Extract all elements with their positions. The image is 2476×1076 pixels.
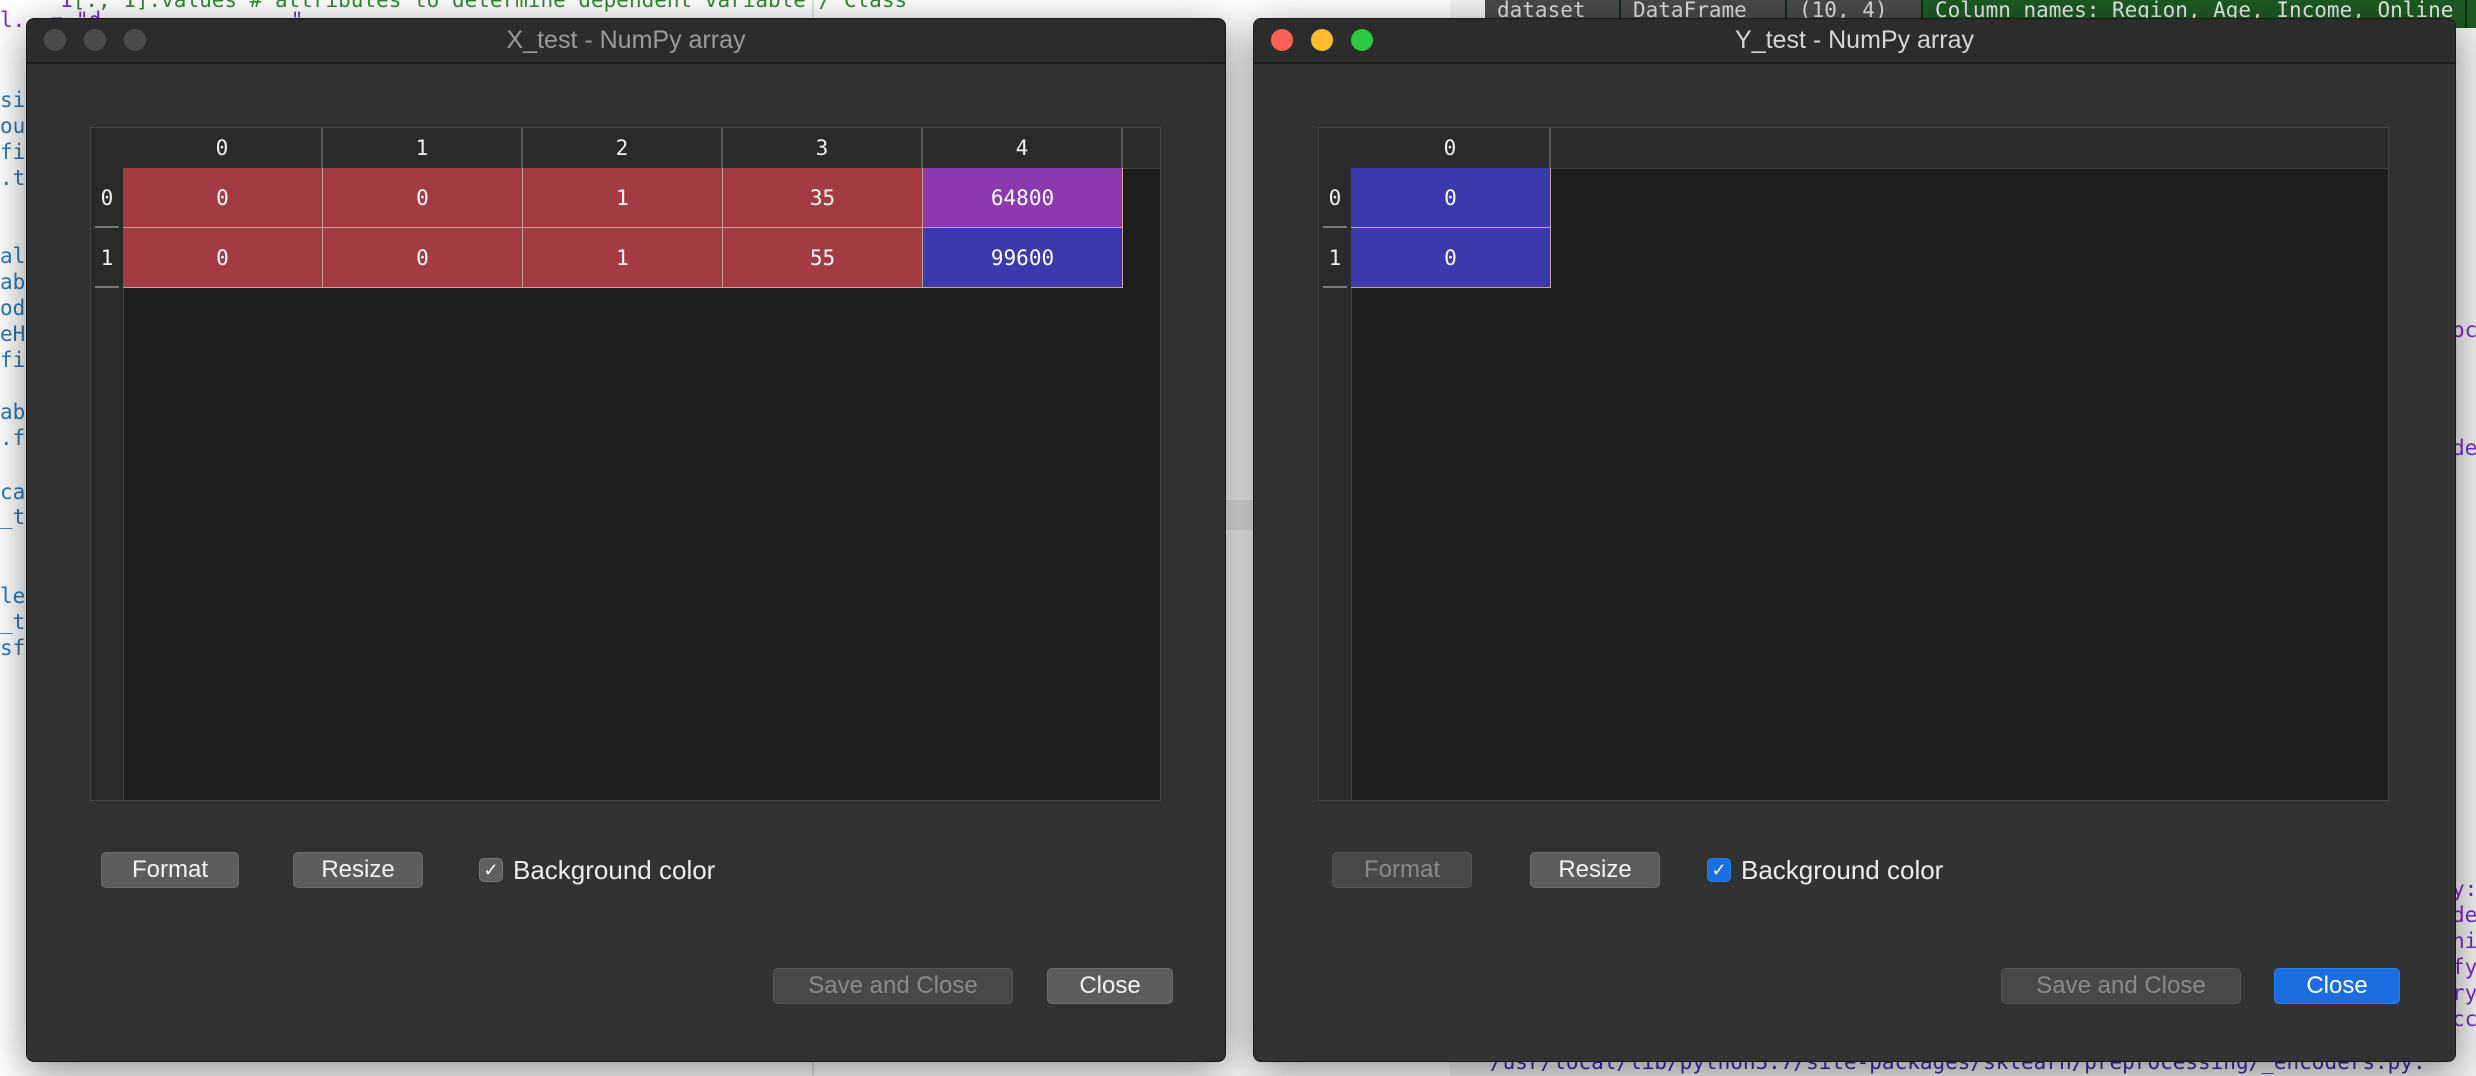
code-fragment: si xyxy=(0,88,26,112)
resize-button[interactable]: Resize xyxy=(293,852,423,888)
background-color-toggle[interactable]: ✓ Background color xyxy=(479,852,715,888)
window-titlebar[interactable]: X_test - NumPy array xyxy=(27,19,1225,64)
array-table[interactable]: 00010 xyxy=(1318,127,2389,801)
code-fragment: le xyxy=(0,584,26,608)
resize-button[interactable]: Resize xyxy=(1530,852,1660,888)
table-cell[interactable]: 0 xyxy=(323,228,523,288)
table-cell[interactable]: 0 xyxy=(323,168,523,228)
table-cell[interactable]: 0 xyxy=(1351,168,1551,228)
column-header[interactable]: 0 xyxy=(1351,128,1551,168)
background-color-toggle[interactable]: ✓ Background color xyxy=(1707,852,1943,888)
column-header[interactable]: 3 xyxy=(723,128,923,168)
table-corner xyxy=(1319,128,1352,169)
column-header[interactable]: 2 xyxy=(523,128,723,168)
format-button[interactable]: Format xyxy=(101,852,239,888)
background-color-label: Background color xyxy=(1741,854,1944,885)
array-table[interactable]: 0 1 2 3 4 0 0 0 1 35 64800 1 0 0 1 55 99600 xyxy=(90,127,1161,801)
table-cell[interactable]: 99600 xyxy=(923,228,1123,288)
code-fragment: .t xyxy=(0,166,26,190)
table-cell[interactable]: 0 xyxy=(123,228,323,288)
code-fragment: al xyxy=(0,244,26,268)
close-button[interactable]: Close xyxy=(2274,968,2400,1004)
table-cell[interactable]: 1 xyxy=(523,228,723,288)
column-header[interactable]: 0 xyxy=(123,128,323,168)
code-fragment: fi xyxy=(0,140,26,164)
table-cell[interactable]: 35 xyxy=(723,168,923,228)
window-title: X_test - NumPy array xyxy=(506,26,746,54)
format-button[interactable]: Format xyxy=(1332,852,1472,888)
table-corner xyxy=(91,128,124,169)
save-and-close-button[interactable]: Save and Close xyxy=(2001,968,2241,1004)
row-header[interactable]: 0 xyxy=(1319,168,1351,228)
code-fragment: ou xyxy=(0,114,26,138)
table-cell[interactable]: 0 xyxy=(123,168,323,228)
code-fragment: ca xyxy=(0,480,26,504)
column-header[interactable]: 1 xyxy=(323,128,523,168)
table-cell[interactable]: 55 xyxy=(723,228,923,288)
table-cell[interactable]: 0 xyxy=(1351,228,1551,288)
window-titlebar[interactable]: Y_test - NumPy array xyxy=(1254,19,2455,64)
table-cell[interactable]: 1 xyxy=(523,168,723,228)
save-and-close-button[interactable]: Save and Close xyxy=(773,968,1013,1004)
y-test-array-window: Y_test - NumPy array 00010 Format Resize… xyxy=(1253,18,2456,1062)
column-header[interactable]: 4 xyxy=(923,128,1123,168)
x-test-array-window: X_test - NumPy array 0 1 2 3 4 0 0 0 1 35 64800 1 0 0… xyxy=(26,18,1226,1062)
background-color-checkbox[interactable]: ✓ xyxy=(1707,858,1731,882)
row-header[interactable]: 0 xyxy=(91,168,123,228)
background-color-label: Background color xyxy=(513,854,716,885)
background-color-checkbox[interactable]: ✓ xyxy=(479,858,503,882)
row-header[interactable]: 1 xyxy=(91,228,123,288)
window-title: Y_test - NumPy array xyxy=(1735,26,1974,54)
table-cell[interactable]: 64800 xyxy=(923,168,1123,228)
row-header[interactable]: 1 xyxy=(1319,228,1351,288)
close-button[interactable]: Close xyxy=(1047,968,1173,1004)
